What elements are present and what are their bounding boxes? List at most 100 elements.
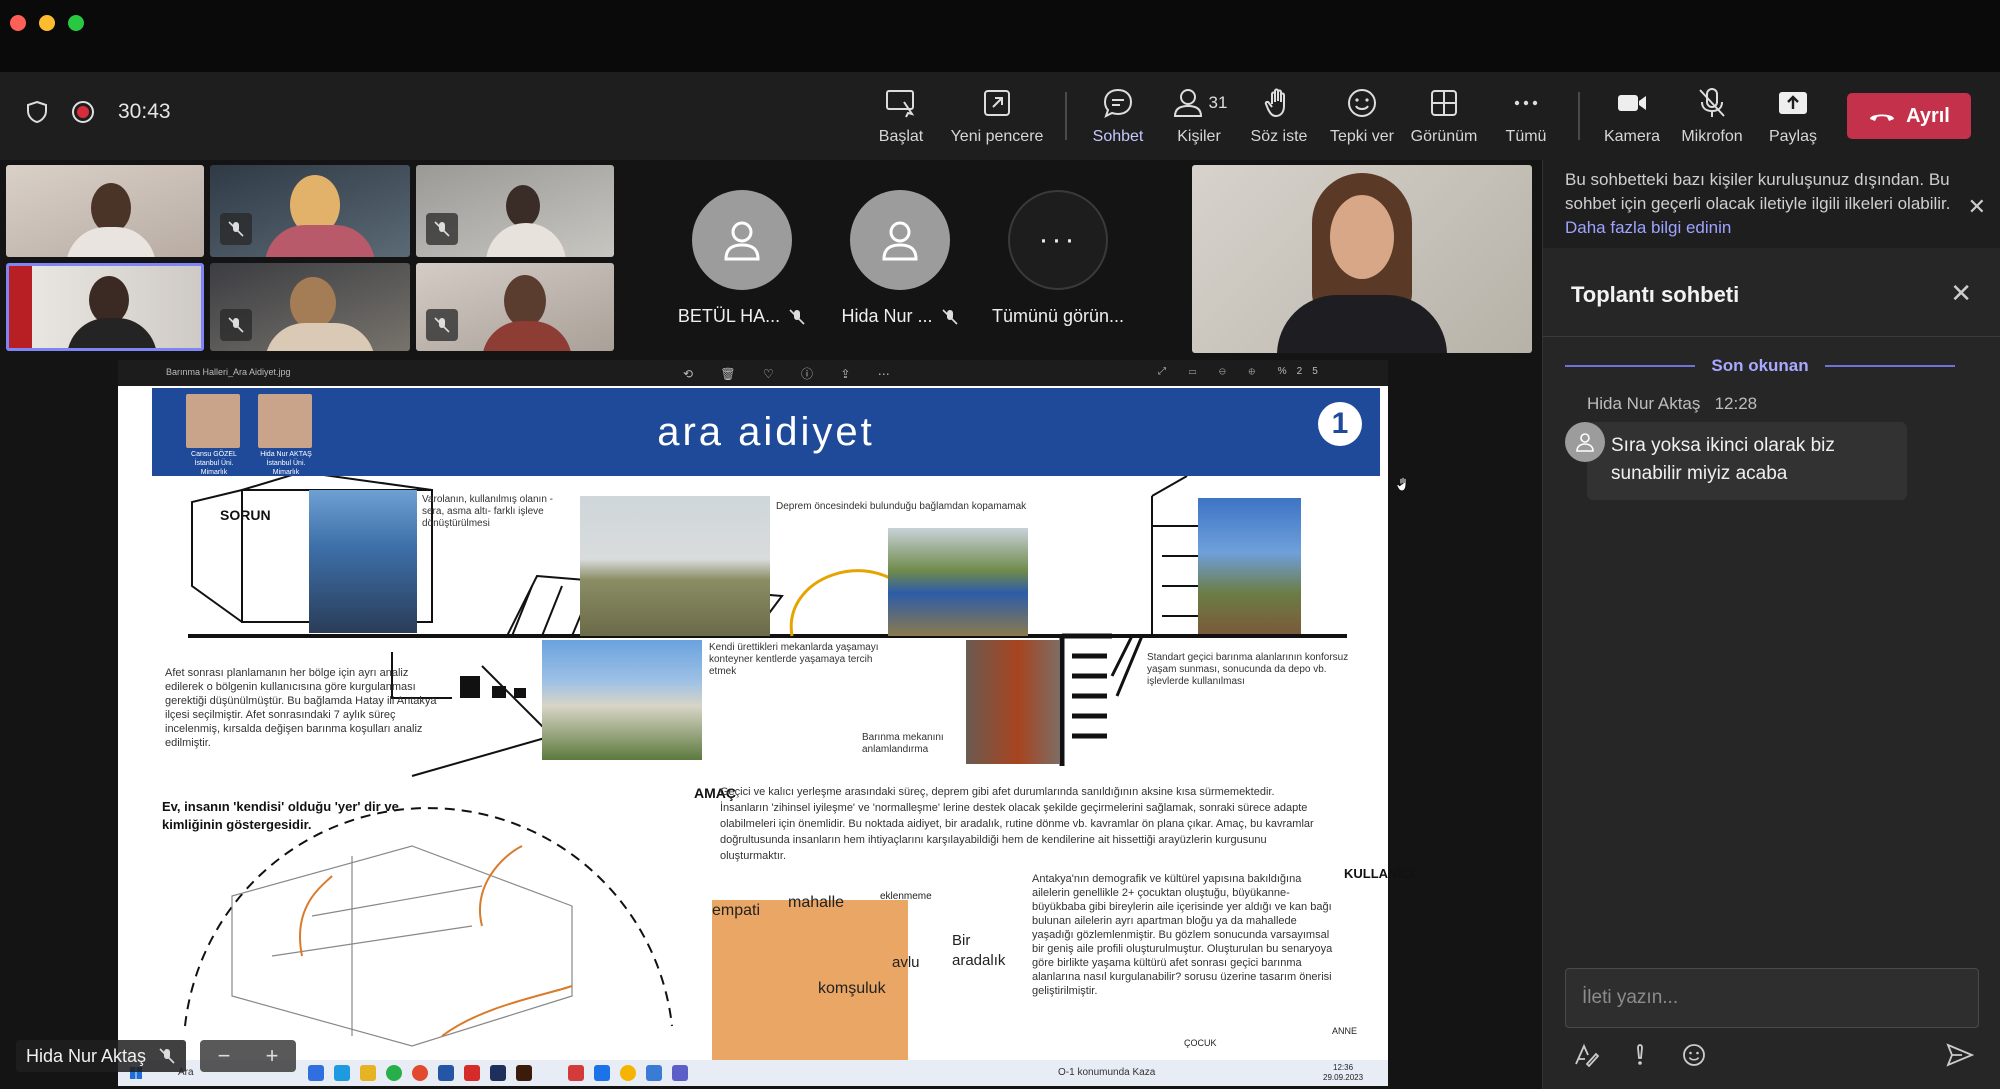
- word-eklenmeme: eklenmeme: [880, 891, 932, 902]
- speaker-video[interactable]: [1192, 165, 1532, 353]
- tent-photo: [888, 528, 1028, 636]
- chat-button[interactable]: Sohbet: [1073, 86, 1163, 170]
- message-input[interactable]: İleti yazın...: [1565, 968, 1979, 1028]
- last-read-label: Son okunan: [1711, 356, 1809, 375]
- pop-out-icon: [984, 90, 1010, 116]
- participant-name-row: Hida Nur ...: [825, 306, 975, 327]
- participant-body: [67, 318, 157, 348]
- app-icon: [594, 1065, 610, 1081]
- minimize-window-button[interactable]: [39, 15, 55, 31]
- format-icon[interactable]: [1573, 1042, 1599, 1068]
- fullscreen-window-button[interactable]: [68, 15, 84, 31]
- app-icon: [308, 1065, 324, 1081]
- see-all-participants[interactable]: ··· Tümünü görün...: [983, 190, 1133, 327]
- app-icon: [646, 1065, 662, 1081]
- viewer-zoom: ⤢ ▭ ⊖ ⊕ %25: [1158, 366, 1328, 377]
- avatar: [850, 190, 950, 290]
- urgent-icon[interactable]: [1627, 1042, 1653, 1068]
- acrobat-icon: [464, 1065, 480, 1081]
- compose-tools: [1573, 1042, 1707, 1068]
- close-chat-button[interactable]: ✕: [1950, 278, 1972, 309]
- mic-button[interactable]: Mikrofon: [1667, 86, 1757, 146]
- see-all-label: Tümünü görün...: [991, 306, 1125, 326]
- speaker-face: [1330, 195, 1394, 279]
- learn-more-link[interactable]: Daha fazla bilgi edinin: [1565, 218, 1731, 237]
- poster-text-3: Kendi ürettikleri mekanlarda yaşamayı ko…: [709, 642, 879, 677]
- message-author: Hida Nur Aktaş: [1587, 394, 1701, 413]
- message-bubble[interactable]: Sıra yoksa ikinci olarak biz sunabilir m…: [1587, 422, 1907, 500]
- leave-button[interactable]: Ayrıl: [1847, 93, 1971, 139]
- chat-panel: Bu sohbetteki bazı kişiler kuruluşunuz d…: [1542, 160, 2000, 1089]
- participant-head: [91, 183, 131, 233]
- poster-title: ara aidiyet: [657, 410, 875, 454]
- zoom-in-button[interactable]: +: [266, 1043, 279, 1069]
- participant-video[interactable]: [210, 263, 410, 351]
- chat-icon: [1103, 88, 1133, 118]
- whiteboard-icon: [886, 90, 915, 118]
- poster-text-8: Geçici ve kalıcı yerleşme arasındaki sür…: [720, 786, 1314, 862]
- speaker-body: [1277, 295, 1447, 353]
- teams-icon: [672, 1065, 688, 1081]
- react-button[interactable]: Tepki ver: [1317, 86, 1407, 146]
- participant-head: [506, 185, 540, 227]
- more-icon: ···: [1008, 190, 1108, 290]
- avatar: [692, 190, 792, 290]
- poster-text-4: Standart geçici barınma alanlarının konf…: [1147, 652, 1349, 687]
- toolbar-divider: [1065, 92, 1067, 140]
- participant-video[interactable]: [6, 165, 204, 257]
- poster-text-9: Antakya'nın demografik ve kültürel yapıs…: [1032, 873, 1333, 997]
- share-zoom-controls: − +: [200, 1040, 296, 1072]
- taskbar-notification: O-1 konumunda Kaza: [1058, 1067, 1156, 1078]
- word-mahalle: mahalle: [788, 894, 845, 911]
- participant-tile-hida[interactable]: Hida Nur ...: [825, 190, 975, 327]
- share-label: Paylaş: [1768, 128, 1818, 145]
- app-icon: [438, 1065, 454, 1081]
- raise-hand-button[interactable]: Söz iste: [1234, 86, 1324, 146]
- emoji-icon[interactable]: [1681, 1042, 1707, 1068]
- poster-text-1: Varolanın, kullanılmış olanın -sera, asm…: [422, 494, 553, 529]
- participant-video-active[interactable]: [6, 263, 204, 351]
- close-window-button[interactable]: [10, 15, 26, 31]
- zoom-out-button[interactable]: −: [218, 1043, 231, 1069]
- folder-icon: [360, 1065, 376, 1081]
- word-komsuluk: komşuluk: [818, 980, 886, 997]
- poster-text-2: Deprem öncesindeki bulunduğu bağlamdan k…: [776, 501, 1027, 512]
- meeting-timer: 30:43: [118, 100, 171, 123]
- app-icon: [412, 1065, 428, 1081]
- new-window-button[interactable]: Yeni pencere: [951, 86, 1043, 146]
- more-button[interactable]: Tümü: [1481, 86, 1571, 146]
- avatar: [1565, 422, 1605, 462]
- send-icon[interactable]: [1946, 1042, 1974, 1068]
- participant-tile-betul[interactable]: BETÜL HA...: [667, 190, 817, 327]
- image-viewer-bar: Barınma Halleri_Ara Aidiyet.jpg ⟲ 🗑 ♡ ⓘ …: [118, 360, 1388, 386]
- camera-button[interactable]: Kamera: [1587, 86, 1677, 146]
- people-button[interactable]: 31 Kişiler: [1154, 86, 1244, 146]
- share-button[interactable]: Paylaş: [1748, 86, 1838, 146]
- hand-cursor-icon: [1396, 476, 1407, 492]
- react-label: Tepki ver: [1329, 128, 1395, 145]
- person-icon: [724, 221, 760, 261]
- file-name: Barınma Halleri_Ara Aidiyet.jpg: [166, 367, 291, 377]
- word-bir: Bir: [952, 932, 971, 949]
- word-aradalik: aradalık: [952, 952, 1006, 969]
- start-button[interactable]: Başlat: [856, 86, 946, 146]
- view-button[interactable]: Görünüm: [1399, 86, 1489, 146]
- more-label: Tümü: [1505, 128, 1547, 145]
- taskbar-clock: 12:36 29.09.2023: [1323, 1063, 1363, 1083]
- participant-video[interactable]: [416, 263, 614, 351]
- teams-window: 30:43 Başlat Yeni pencere Sohbet 31 Kişi…: [0, 0, 2000, 1089]
- participant-video[interactable]: [210, 165, 410, 257]
- person-icon: [1173, 89, 1202, 117]
- view-label: Görünüm: [1410, 128, 1478, 145]
- person-icon: [882, 221, 918, 261]
- shield-icon: [27, 100, 47, 124]
- participant-video[interactable]: [416, 165, 614, 257]
- last-read-divider: Son okunan: [1565, 356, 1955, 376]
- message-meta: Hida Nur Aktaş 12:28: [1587, 394, 1757, 414]
- speaker-name: Hida Nur Aktaş: [26, 1045, 147, 1066]
- mic-off-icon: [941, 308, 958, 325]
- close-icon[interactable]: ✕: [1968, 194, 1986, 220]
- grid-icon: [1431, 90, 1457, 116]
- kullanici-vertical-label: KULLANICI: [1344, 866, 1414, 882]
- poster-header: Cansu GÖZEL İstanbul Üni. Mimarlık Hida …: [152, 388, 1380, 476]
